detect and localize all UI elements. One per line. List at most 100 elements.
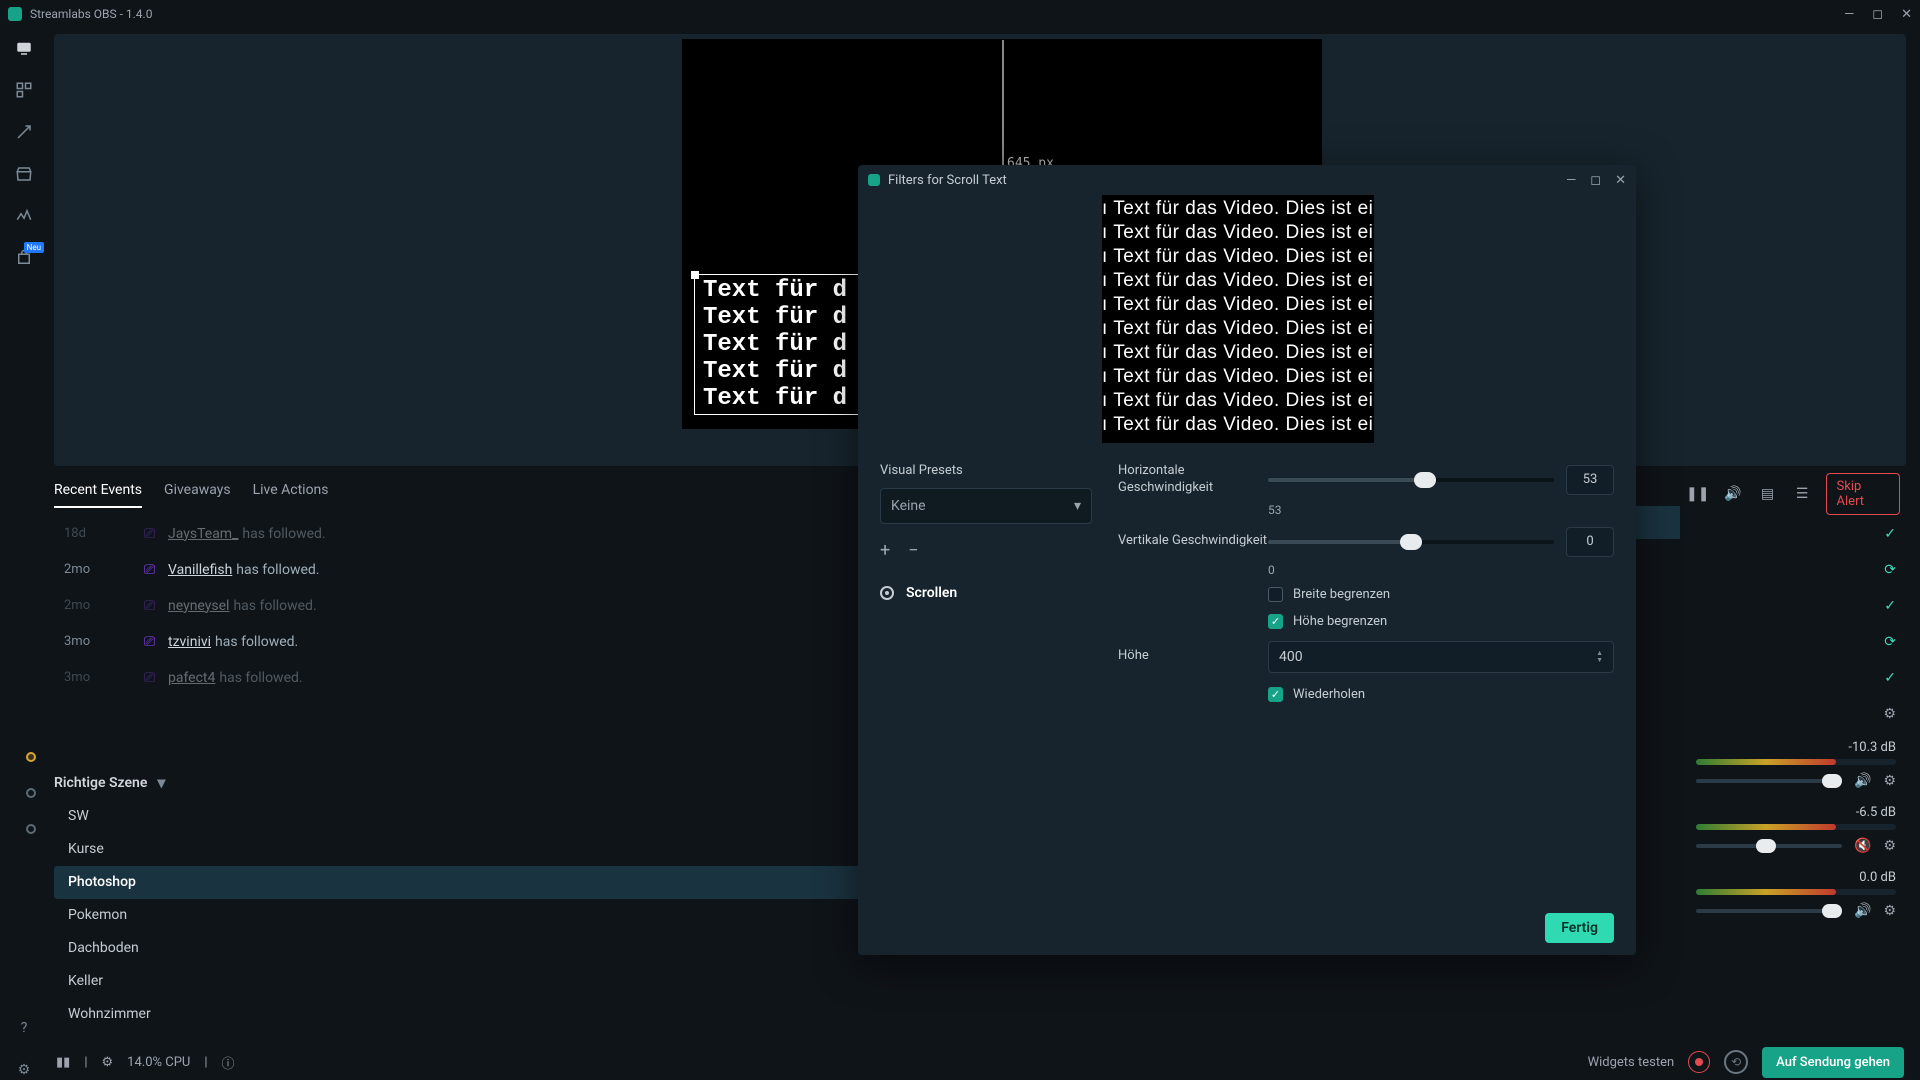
h-speed-slider[interactable]	[1268, 478, 1554, 482]
mixer-volume-slider[interactable]	[1696, 844, 1842, 848]
mixer-volume-slider[interactable]	[1696, 909, 1842, 913]
v-speed-slider[interactable]	[1268, 540, 1554, 544]
scene-item[interactable]: Keller	[54, 965, 1111, 998]
right-column: ❚❚ 🔊 ▤ ☰ Skip Alert ✓ ⟳ ✓ ⟳ ✓ ⚙ -10.3 dB…	[1686, 472, 1906, 1038]
filter-item-scrollen[interactable]: Scrollen	[880, 585, 1092, 601]
h-speed-value[interactable]: 53	[1566, 465, 1614, 495]
layout-compact-icon[interactable]: ▤	[1756, 482, 1779, 506]
filter-name: Scrollen	[906, 585, 957, 601]
nav-editor-icon[interactable]	[14, 38, 34, 58]
mixer-channel: -6.5 dB 🔇 ⚙	[1686, 801, 1906, 866]
checkbox-icon[interactable]	[1268, 587, 1283, 602]
limit-height-checkbox[interactable]: ✓ Höhe begrenzen	[1268, 614, 1614, 629]
go-live-button[interactable]: Auf Sendung gehen	[1762, 1047, 1904, 1078]
event-user[interactable]: JaysTeam_	[168, 526, 238, 542]
nav-help-icon[interactable]: ?	[14, 1018, 34, 1038]
mixer-settings-icon[interactable]: ⚙	[1883, 706, 1896, 736]
checkbox-icon[interactable]: ✓	[1268, 687, 1283, 702]
slider-knob[interactable]	[1756, 839, 1776, 853]
refresh-icon[interactable]: ⟳	[1884, 562, 1896, 578]
dialog-preview-area: ı Text für das Video. Dies ist eir ı Text…	[858, 195, 1636, 443]
channel-settings-icon[interactable]: ⚙	[1883, 903, 1896, 919]
height-input[interactable]: 400 ▲▼	[1268, 641, 1614, 673]
window-titlebar: Streamlabs OBS - 1.4.0 — ◻ ✕	[0, 0, 1920, 28]
visual-preset-select[interactable]: Keine ▾	[880, 488, 1092, 524]
twitch-icon: ⎚	[144, 526, 168, 542]
scene-dropdown-icon[interactable]: ▾	[157, 773, 165, 792]
remove-filter-button[interactable]: −	[908, 540, 918, 561]
twitch-icon: ⎚	[144, 598, 168, 614]
tab-live-actions[interactable]: Live Actions	[253, 482, 329, 508]
stats-icon[interactable]: ▮▮	[56, 1055, 70, 1070]
check-icon[interactable]: ✓	[1884, 598, 1896, 614]
slider-knob[interactable]	[1822, 774, 1842, 788]
nav-store-icon[interactable]	[14, 164, 34, 184]
event-user[interactable]: tzvinivi	[168, 634, 211, 650]
v-speed-readout: 0	[1268, 563, 1614, 577]
speaker-icon[interactable]: 🔊	[1854, 903, 1871, 919]
refresh-icon[interactable]: ⟳	[1884, 634, 1896, 650]
check-icon[interactable]: ✓	[1884, 526, 1896, 542]
skip-alert-button[interactable]: Skip Alert	[1826, 473, 1900, 515]
dialog-body: Visual Presets Keine ▾ + − Scrollen Hori…	[858, 443, 1636, 901]
mixer-db-label: -6.5 dB	[1696, 805, 1896, 820]
mixer-db-label: -10.3 dB	[1696, 740, 1896, 755]
scene-item[interactable]: Wohnzimmer	[54, 998, 1111, 1031]
event-user[interactable]: neyneysel	[168, 598, 229, 614]
dialog-close-button[interactable]: ✕	[1615, 173, 1626, 188]
slider-knob[interactable]	[1414, 472, 1436, 488]
preset-value: Keine	[891, 498, 926, 514]
app-title: Streamlabs OBS - 1.4.0	[30, 7, 152, 21]
window-close-button[interactable]: ✕	[1901, 7, 1912, 22]
nav-themes-icon[interactable]	[14, 122, 34, 142]
number-spinner[interactable]: ▲▼	[1596, 650, 1603, 664]
layout-list-icon[interactable]: ☰	[1791, 482, 1814, 506]
mixer-meter	[1696, 759, 1896, 765]
channel-settings-icon[interactable]: ⚙	[1883, 773, 1896, 789]
dialog-preview-line: ı Text für das Video. Dies ist eir	[1102, 341, 1374, 365]
widgets-test-button[interactable]: Widgets testen	[1588, 1055, 1675, 1070]
scene-item[interactable]: Pause	[54, 1031, 1111, 1038]
nav-layout-icon[interactable]	[14, 80, 34, 100]
repeat-checkbox[interactable]: ✓ Wiederholen	[1268, 687, 1614, 702]
v-speed-value[interactable]: 0	[1566, 527, 1614, 557]
limit-width-checkbox[interactable]: Breite begrenzen	[1268, 587, 1614, 602]
scene-marker-icon	[26, 824, 36, 834]
visibility-toggle-icon[interactable]	[880, 586, 894, 600]
info-icon[interactable]: ⓘ	[222, 1053, 235, 1072]
mixer-volume-slider[interactable]	[1696, 779, 1842, 783]
nav-settings-icon[interactable]: ⚙	[14, 1060, 34, 1080]
nav-dashboard-icon[interactable]	[14, 206, 34, 226]
dialog-preview-line: ı Text für das Video. Dies ist eir	[1102, 197, 1374, 221]
nav-appstore-icon[interactable]: Neu	[14, 248, 34, 268]
add-filter-button[interactable]: +	[880, 540, 890, 561]
scene-active-marker-icon	[26, 752, 36, 762]
window-minimize-button[interactable]: —	[1844, 7, 1854, 22]
dialog-minimize-button[interactable]: —	[1566, 173, 1576, 188]
pause-alerts-icon[interactable]: ❚❚	[1686, 482, 1709, 506]
resize-handle[interactable]	[691, 271, 699, 279]
checkbox-icon[interactable]: ✓	[1268, 614, 1283, 629]
slider-knob[interactable]	[1400, 534, 1422, 550]
mute-icon[interactable]: 🔇	[1854, 838, 1871, 854]
scenes-title: Richtige Szene	[54, 775, 147, 791]
event-user[interactable]: pafect4	[168, 670, 215, 686]
mute-alerts-icon[interactable]: 🔊	[1721, 482, 1744, 506]
dialog-titlebar[interactable]: Filters for Scroll Text — ◻ ✕	[858, 165, 1636, 195]
tab-recent-events[interactable]: Recent Events	[54, 482, 142, 508]
event-action: has followed.	[215, 634, 298, 650]
cpu-usage: 14.0% CPU	[127, 1055, 190, 1070]
channel-settings-icon[interactable]: ⚙	[1883, 838, 1896, 854]
speaker-icon[interactable]: 🔊	[1854, 773, 1871, 789]
check-icon[interactable]: ✓	[1884, 670, 1896, 686]
mixer-db-label: 0.0 dB	[1696, 870, 1896, 885]
slider-knob[interactable]	[1822, 904, 1842, 918]
done-button[interactable]: Fertig	[1545, 913, 1614, 943]
tab-giveaways[interactable]: Giveaways	[164, 482, 231, 508]
replay-buffer-button[interactable]: ⟲	[1724, 1050, 1748, 1074]
event-age: 2mo	[64, 562, 144, 577]
dialog-maximize-button[interactable]: ◻	[1590, 173, 1601, 188]
window-maximize-button[interactable]: ◻	[1872, 7, 1883, 22]
event-user[interactable]: Vanillefish	[168, 562, 232, 578]
record-button[interactable]	[1688, 1051, 1710, 1073]
